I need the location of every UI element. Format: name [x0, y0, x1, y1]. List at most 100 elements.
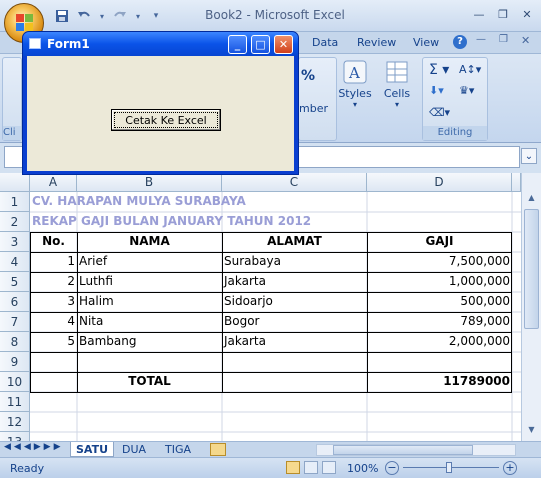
- column-header-a[interactable]: A: [30, 173, 77, 192]
- cell-no[interactable]: 1: [30, 252, 77, 272]
- fill-icon[interactable]: ⬇▾: [429, 84, 444, 97]
- minimize-button[interactable]: —: [468, 6, 490, 22]
- percent-icon[interactable]: %: [301, 68, 315, 84]
- column-header-b[interactable]: B: [77, 173, 222, 192]
- form1-minimize-button[interactable]: _: [228, 35, 247, 54]
- worksheet-grid[interactable]: A B C D 1 2 3 4 5 6 7 8 9 10 11 12 13: [0, 173, 541, 441]
- save-icon[interactable]: [54, 8, 70, 24]
- normal-view-icon[interactable]: [286, 461, 300, 474]
- tab-view[interactable]: View: [413, 36, 439, 49]
- row-header[interactable]: 13: [0, 432, 30, 441]
- column-header-c[interactable]: C: [222, 173, 367, 192]
- cetak-ke-excel-button[interactable]: Cetak Ke Excel: [111, 109, 221, 131]
- vertical-scroll-thumb[interactable]: [524, 209, 539, 329]
- row-header[interactable]: 1: [0, 192, 30, 212]
- excel-title-bar: ▾ ▾ ▾ Book2 - Microsoft Excel — ❐ ✕: [0, 0, 541, 32]
- title-company[interactable]: CV. HARAPAN MULYA SURABAYA: [30, 192, 248, 212]
- cell-gaji[interactable]: 7,500,000: [367, 252, 512, 272]
- ribbon-minimize-icon[interactable]: —: [476, 34, 486, 45]
- row-header[interactable]: 2: [0, 212, 30, 232]
- header-gaji[interactable]: GAJI: [367, 232, 512, 252]
- cell-gaji[interactable]: 500,000: [367, 292, 512, 312]
- sheet-nav-icon[interactable]: ◀◀◀▶▶▶: [4, 442, 64, 452]
- cell-alamat[interactable]: Surabaya: [222, 252, 367, 272]
- scroll-up-icon[interactable]: ▲: [525, 193, 538, 205]
- horizontal-scrollbar[interactable]: [316, 444, 516, 456]
- sheet-tab-tiga[interactable]: TIGA: [160, 442, 196, 457]
- number-button-label[interactable]: mber: [299, 102, 328, 115]
- workbook-close-icon[interactable]: ✕: [521, 34, 530, 47]
- chevron-down-icon[interactable]: ▾: [134, 8, 142, 24]
- row-header[interactable]: 3: [0, 232, 30, 252]
- column-header-e[interactable]: [512, 173, 521, 192]
- cell-nama[interactable]: Bambang: [77, 332, 222, 352]
- scroll-down-icon[interactable]: ▼: [525, 425, 538, 437]
- autosum-icon[interactable]: Σ ▾: [429, 62, 449, 78]
- form1-maximize-button[interactable]: □: [251, 35, 270, 54]
- page-layout-view-icon[interactable]: [304, 461, 318, 474]
- find-select-icon[interactable]: ♛▾: [459, 84, 474, 97]
- cell-alamat[interactable]: Sidoarjo: [222, 292, 367, 312]
- total-label[interactable]: TOTAL: [77, 372, 222, 392]
- expand-formula-bar-icon[interactable]: ⌄: [521, 148, 537, 164]
- form1-close-button[interactable]: ✕: [274, 35, 293, 54]
- row-header[interactable]: 10: [0, 372, 30, 392]
- cell-nama[interactable]: Arief: [77, 252, 222, 272]
- cell-gaji[interactable]: 1,000,000: [367, 272, 512, 292]
- help-icon[interactable]: ?: [453, 35, 467, 49]
- cell-alamat[interactable]: Jakarta: [222, 272, 367, 292]
- sort-filter-icon[interactable]: A↕▾: [459, 63, 481, 76]
- cells-button[interactable]: Cells ▾: [377, 60, 417, 109]
- row-header[interactable]: 8: [0, 332, 30, 352]
- zoom-level[interactable]: 100%: [347, 462, 378, 475]
- title-report[interactable]: REKAP GAJI BULAN JANUARY TAHUN 2012: [30, 212, 313, 232]
- zoom-slider-thumb[interactable]: [446, 462, 452, 473]
- row-header[interactable]: 9: [0, 352, 30, 372]
- insert-sheet-icon[interactable]: [210, 443, 226, 456]
- row-header[interactable]: 12: [0, 412, 30, 432]
- tab-data[interactable]: Data: [312, 36, 338, 49]
- horizontal-scroll-thumb[interactable]: [333, 445, 473, 455]
- ribbon-restore-icon[interactable]: ❐: [499, 34, 508, 45]
- sheet-tab-dua[interactable]: DUA: [117, 442, 151, 457]
- undo-icon[interactable]: [76, 8, 92, 24]
- cell-no[interactable]: 5: [30, 332, 77, 352]
- header-no[interactable]: No.: [30, 232, 77, 252]
- cell-alamat[interactable]: Jakarta: [222, 332, 367, 352]
- sheet-tab-satu[interactable]: SATU: [70, 442, 115, 457]
- cell-no[interactable]: 2: [30, 272, 77, 292]
- row-header[interactable]: 11: [0, 392, 30, 412]
- row-header[interactable]: 7: [0, 312, 30, 332]
- chevron-down-icon: ▾: [394, 100, 399, 109]
- page-break-view-icon[interactable]: [322, 461, 336, 474]
- cell-nama[interactable]: Nita: [77, 312, 222, 332]
- tab-review[interactable]: Review: [357, 36, 396, 49]
- vertical-scrollbar[interactable]: ▲ ▼: [521, 173, 541, 441]
- total-value[interactable]: 11789000: [367, 372, 512, 392]
- maximize-icon: ❐: [498, 7, 508, 21]
- form1-title-bar[interactable]: Form1 _ □ ✕: [23, 32, 298, 56]
- row-header[interactable]: 6: [0, 292, 30, 312]
- zoom-out-icon[interactable]: −: [385, 461, 399, 475]
- select-all-corner[interactable]: [0, 173, 30, 192]
- cell-gaji[interactable]: 2,000,000: [367, 332, 512, 352]
- styles-button[interactable]: A Styles ▾: [335, 60, 375, 109]
- cell-no[interactable]: 3: [30, 292, 77, 312]
- chevron-down-icon[interactable]: ▾: [98, 8, 106, 24]
- redo-icon[interactable]: [112, 8, 128, 24]
- cell-gaji[interactable]: 789,000: [367, 312, 512, 332]
- row-header[interactable]: 5: [0, 272, 30, 292]
- row-header[interactable]: 4: [0, 252, 30, 272]
- header-nama[interactable]: NAMA: [77, 232, 222, 252]
- maximize-button[interactable]: ❐: [492, 6, 514, 22]
- cell-nama[interactable]: Luthfi: [77, 272, 222, 292]
- header-alamat[interactable]: ALAMAT: [222, 232, 367, 252]
- cell-no[interactable]: 4: [30, 312, 77, 332]
- form1-client-area: Cetak Ke Excel: [27, 56, 294, 171]
- cell-nama[interactable]: Halim: [77, 292, 222, 312]
- close-button[interactable]: ✕: [516, 6, 538, 22]
- cell-alamat[interactable]: Bogor: [222, 312, 367, 332]
- clear-icon[interactable]: ⌫▾: [429, 106, 450, 119]
- column-header-d[interactable]: D: [367, 173, 512, 192]
- zoom-in-icon[interactable]: +: [503, 461, 517, 475]
